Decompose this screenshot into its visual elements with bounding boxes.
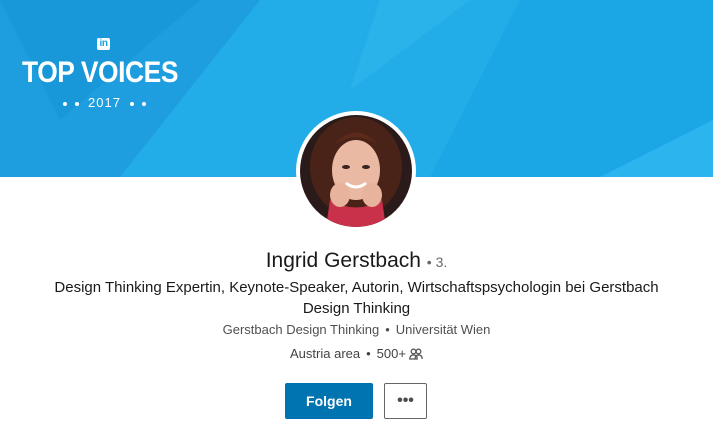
follow-button[interactable]: Folgen — [285, 383, 373, 419]
ellipsis-icon: ••• — [397, 392, 414, 409]
profile-card: in TOP VOICES 2017 Ingrid Gerstbach • 3. — [0, 0, 713, 433]
location: Austria area — [290, 346, 361, 361]
profile-photo — [300, 115, 412, 227]
linkedin-logo-icon: in — [97, 38, 110, 50]
top-voices-year: 2017 — [22, 95, 187, 111]
profile-name: Ingrid Gerstbach — [265, 249, 421, 272]
avatar[interactable] — [296, 111, 416, 231]
top-voices-title: TOP VOICES — [22, 56, 179, 89]
profile-headline: Design Thinking Expertin, Keynote-Speake… — [54, 279, 659, 317]
connection-degree: • 3. — [426, 254, 448, 270]
school-link[interactable]: Universität Wien — [396, 322, 491, 337]
profile-location-connections: Austria area • 500+ — [0, 345, 713, 363]
more-actions-button[interactable]: ••• — [384, 383, 427, 419]
profile-name-row: Ingrid Gerstbach • 3. — [0, 248, 713, 275]
connections-count[interactable]: 500+ — [377, 346, 406, 361]
profile-affiliations: Gerstbach Design Thinking • Universität Wi… — [222, 322, 491, 337]
company-link[interactable]: Gerstbach Design Thinking — [223, 322, 380, 337]
people-icon — [409, 348, 423, 360]
